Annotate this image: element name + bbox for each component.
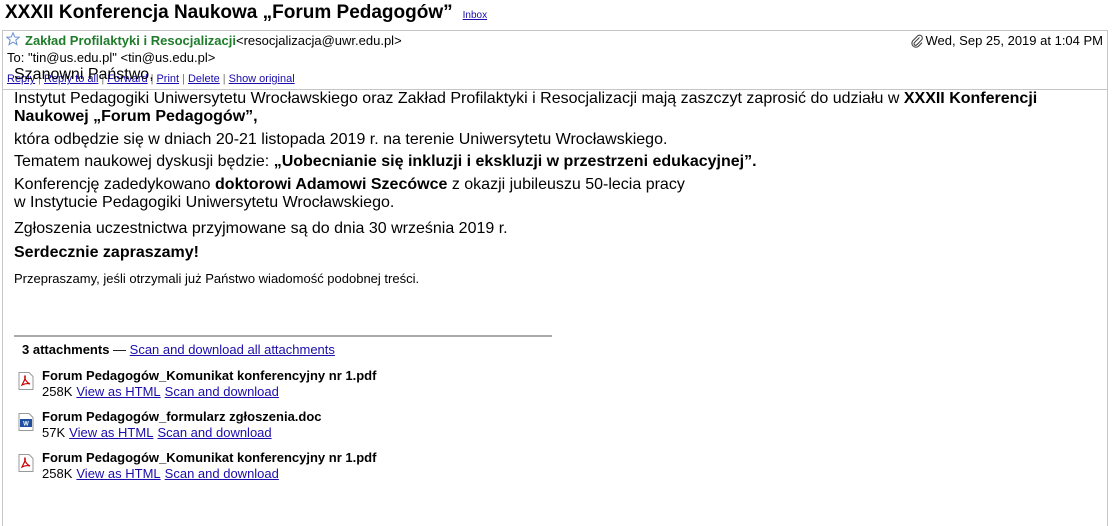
- show-original-link[interactable]: Show original: [229, 73, 295, 85]
- attachment-name: Forum Pedagogów_formularz zgłoszenia.doc: [42, 409, 322, 424]
- attachment-meta: 258K View as HTML Scan and download: [42, 384, 279, 399]
- attachment-size: 258K: [42, 466, 73, 481]
- pdf-icon: [18, 372, 34, 390]
- attachment-size: 258K: [42, 384, 73, 399]
- attachment-item: W Forum Pedagogów_formularz zgłoszenia.d…: [18, 409, 618, 443]
- attachment-item: Forum Pedagogów_Komunikat konferencyjny …: [18, 368, 618, 402]
- attachments-divider: [14, 335, 552, 337]
- paperclip-icon: [911, 34, 924, 48]
- message-date: Wed, Sep 25, 2019 at 1:04 PM: [925, 33, 1103, 48]
- dates-paragraph: która odbędzie się w dniach 20-21 listop…: [14, 131, 668, 148]
- dedication-paragraph: Konferencję zadedykowano doktorowi Adamo…: [14, 176, 685, 212]
- dedication-person: doktorowi Adamowi Szecówce: [215, 176, 448, 193]
- attachment-size: 57K: [42, 425, 66, 440]
- scan-download-link[interactable]: Scan and download: [157, 425, 271, 440]
- view-as-html-link[interactable]: View as HTML: [76, 466, 160, 481]
- svg-text:W: W: [23, 422, 29, 428]
- star-icon[interactable]: [6, 32, 20, 46]
- attachments-header: 3 attachments — Scan and download all at…: [22, 342, 335, 357]
- intro-paragraph: Instytut Pedagogiki Uniwersytetu Wrocław…: [14, 90, 1064, 126]
- greeting: Szanowni Państwo,: [14, 66, 154, 83]
- scan-download-link[interactable]: Scan and download: [165, 384, 279, 399]
- attachment-name: Forum Pedagogów_Komunikat konferencyjny …: [42, 450, 377, 465]
- to-line: To: "tin@us.edu.pl" <tin@us.edu.pl>: [7, 50, 216, 65]
- attachments-count: 3 attachments: [22, 342, 110, 357]
- view-as-html-link[interactable]: View as HTML: [69, 425, 153, 440]
- print-link[interactable]: Print: [156, 73, 179, 85]
- apology-text: Przepraszamy, jeśli otrzymali już Państw…: [14, 271, 420, 286]
- registration-paragraph: Zgłoszenia uczestnictwa przyjmowane są d…: [14, 220, 508, 237]
- pdf-icon: [18, 454, 34, 472]
- doc-icon: W: [18, 413, 34, 431]
- topic-title: „Uobecnianie się inkluzji i ekskluzji w …: [273, 153, 757, 170]
- subject-row: XXXII Konferencja Naukowa „Forum Pedagog…: [5, 2, 487, 26]
- dedication-line2: w Instytucie Pedagogiki Uniwersytetu Wro…: [14, 194, 395, 211]
- dedication-intro: Konferencję zadedykowano: [14, 176, 216, 193]
- intro-text: Instytut Pedagogiki Uniwersytetu Wrocław…: [14, 90, 904, 107]
- separator: |: [182, 73, 185, 85]
- separator: |: [222, 73, 226, 85]
- sender-email: <resocjalizacja@uwr.edu.pl>: [235, 33, 402, 48]
- date-line: Wed, Sep 25, 2019 at 1:04 PM: [910, 33, 1103, 48]
- view-as-html-link[interactable]: View as HTML: [76, 384, 160, 399]
- sender-name[interactable]: Zakład Profilaktyki i Resocjalizacji: [25, 33, 236, 48]
- attachment-meta: 57K View as HTML Scan and download: [42, 425, 272, 440]
- dedication-occasion: z okazji jubileuszu 50-lecia pracy: [447, 176, 685, 193]
- scan-download-link[interactable]: Scan and download: [165, 466, 279, 481]
- attachment-meta: 258K View as HTML Scan and download: [42, 466, 279, 481]
- download-all-link[interactable]: Scan and download all attachments: [130, 342, 335, 357]
- attachments-dash: —: [109, 342, 130, 357]
- topic-paragraph: Tematem naukowej dyskusji będzie: „Uobec…: [14, 153, 757, 171]
- from-line: Zakład Profilaktyki i Resocjalizacji<res…: [25, 33, 402, 48]
- attachment-item: Forum Pedagogów_Komunikat konferencyjny …: [18, 450, 618, 484]
- attachment-name: Forum Pedagogów_Komunikat konferencyjny …: [42, 368, 377, 383]
- invitation-text: Serdecznie zapraszamy!: [14, 244, 199, 261]
- delete-link[interactable]: Delete: [188, 73, 220, 85]
- topic-intro: Tematem naukowej dyskusji będzie:: [14, 153, 274, 170]
- email-subject: XXXII Konferencja Naukowa „Forum Pedagog…: [5, 2, 453, 23]
- message-header: Zakład Profilaktyki i Resocjalizacji<res…: [3, 31, 1107, 91]
- inbox-label-link[interactable]: Inbox: [463, 10, 487, 21]
